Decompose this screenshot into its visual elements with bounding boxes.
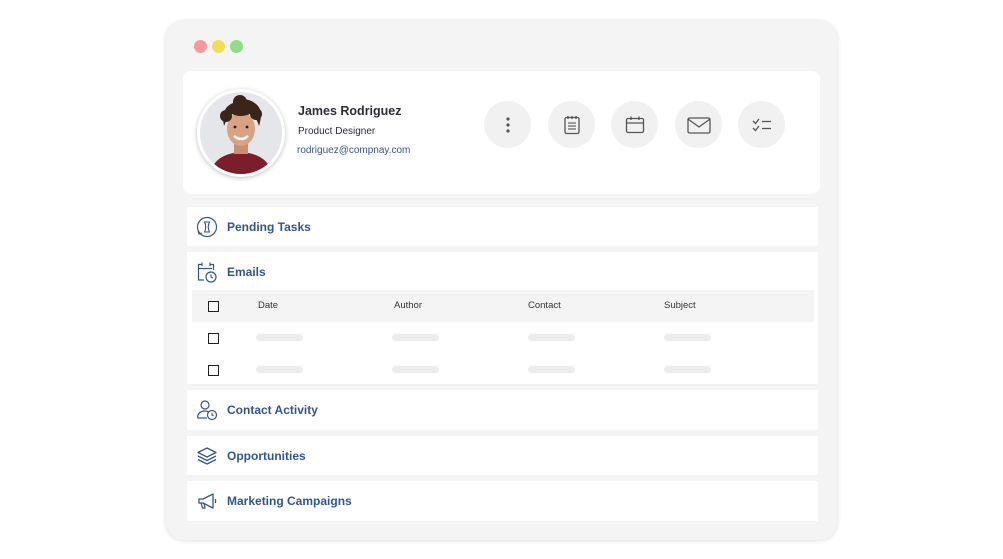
email-button[interactable] <box>675 101 722 148</box>
placeholder-subject <box>664 366 711 373</box>
profile-email[interactable]: rodriguez@compnay.com <box>297 145 410 156</box>
more-options-button[interactable] <box>484 101 531 148</box>
contact-activity-title: Contact Activity <box>227 403 318 417</box>
layers-icon <box>197 447 217 465</box>
maximize-window-dot[interactable] <box>230 40 243 53</box>
placeholder-date <box>256 366 303 373</box>
placeholder-subject <box>664 334 711 341</box>
contact-activity-header[interactable]: Contact Activity <box>187 390 818 430</box>
marketing-campaigns-title: Marketing Campaigns <box>227 494 352 508</box>
section-opportunities: Opportunities <box>187 436 818 475</box>
pending-tasks-title: Pending Tasks <box>227 220 311 234</box>
placeholder-author <box>392 334 439 341</box>
table-row[interactable] <box>192 322 814 354</box>
emails-title: Emails <box>227 265 266 279</box>
section-emails: Emails Date Author Contact Subject <box>187 252 818 384</box>
avatar[interactable] <box>197 89 285 177</box>
mail-icon <box>686 116 711 134</box>
opportunities-title: Opportunities <box>227 449 306 463</box>
placeholder-author <box>392 366 439 373</box>
section-pending-tasks: Pending Tasks <box>187 207 818 246</box>
opportunities-header[interactable]: Opportunities <box>187 436 818 476</box>
placeholder-date <box>256 334 303 341</box>
tasks-button[interactable] <box>738 101 785 148</box>
section-marketing-campaigns: Marketing Campaigns <box>187 481 818 521</box>
calendar-clock-icon <box>197 262 217 283</box>
checklist-icon <box>752 118 771 131</box>
profile-role: Product Designer <box>298 126 376 137</box>
column-contact[interactable]: Contact <box>528 300 561 311</box>
profile-card: James Rodriguez Product Designer rodrigu… <box>183 71 820 194</box>
avatar-photo <box>200 92 282 174</box>
close-window-dot[interactable] <box>194 40 207 53</box>
placeholder-contact <box>528 366 575 373</box>
pending-tasks-header[interactable]: Pending Tasks <box>187 207 818 247</box>
select-all-checkbox[interactable] <box>208 301 219 312</box>
row-checkbox[interactable] <box>208 365 219 376</box>
calendar-button[interactable] <box>611 101 658 148</box>
megaphone-icon <box>198 493 217 509</box>
user-clock-icon <box>196 400 218 421</box>
section-contact-activity: Contact Activity <box>187 390 818 430</box>
marketing-campaigns-header[interactable]: Marketing Campaigns <box>187 481 818 521</box>
row-checkbox[interactable] <box>208 333 219 344</box>
table-row[interactable] <box>192 354 814 386</box>
emails-header[interactable]: Emails <box>187 252 818 292</box>
placeholder-contact <box>528 334 575 341</box>
emails-table-header: Date Author Contact Subject <box>192 290 814 322</box>
column-date[interactable]: Date <box>258 300 278 311</box>
notes-icon <box>563 115 580 134</box>
hourglass-icon <box>196 216 218 238</box>
minimize-window-dot[interactable] <box>212 40 225 53</box>
more-vertical-icon <box>505 116 510 133</box>
column-subject[interactable]: Subject <box>664 300 696 311</box>
column-author[interactable]: Author <box>394 300 422 311</box>
app-window: James Rodriguez Product Designer rodrigu… <box>166 21 837 540</box>
calendar-icon <box>625 116 644 133</box>
profile-name: James Rodriguez <box>298 104 402 118</box>
notes-button[interactable] <box>548 101 595 148</box>
